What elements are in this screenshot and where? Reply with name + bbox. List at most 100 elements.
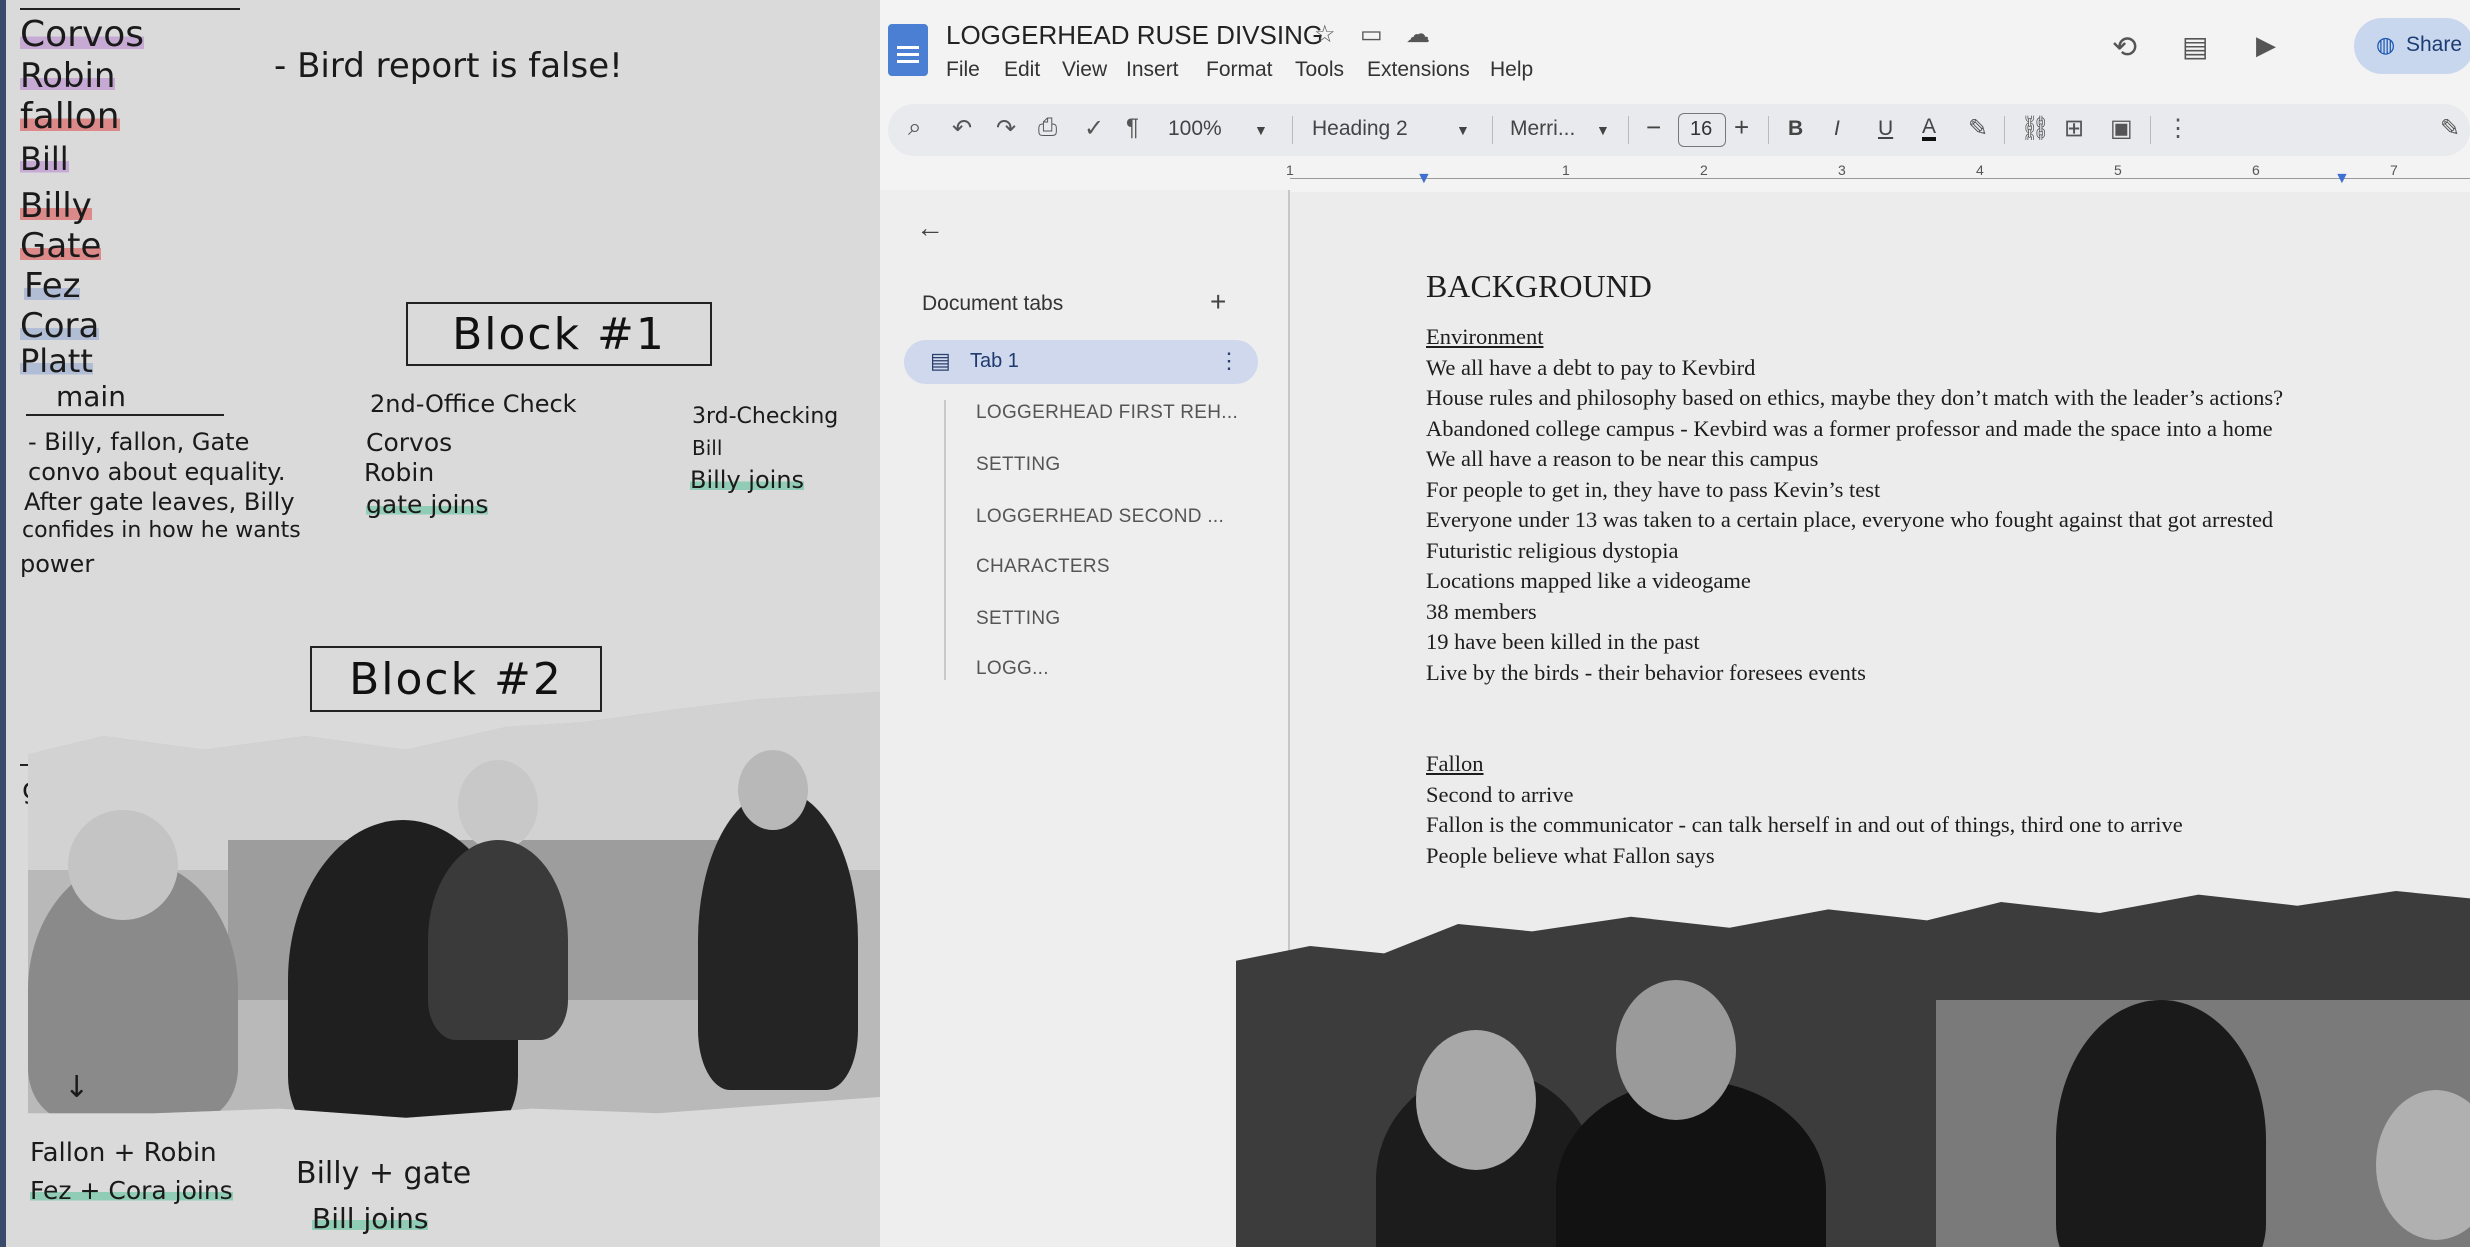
toolbar-divider [2150, 116, 2151, 144]
menu-file[interactable]: File [946, 58, 980, 82]
body-line: 38 members [1426, 598, 1537, 624]
menu-extensions[interactable]: Extensions [1367, 58, 1470, 82]
chevron-down-icon: ▼ [1596, 122, 1610, 138]
body-line: Second to arrive [1426, 781, 1574, 807]
font-size-value: 16 [1690, 118, 1713, 140]
section-heading-environment: Environment [1426, 324, 1544, 349]
arrow-icon: ↓ [64, 1070, 90, 1105]
toolbar-divider [1292, 116, 1293, 144]
main-line: confides in how he wants [22, 518, 301, 543]
main-line: After gate leaves, Billy [24, 488, 295, 516]
add-comment-icon[interactable]: ⊞ [2064, 114, 2084, 143]
spellcheck-icon[interactable]: ✓ [1084, 114, 1104, 143]
comments-icon[interactable]: ▤ [2182, 30, 2208, 63]
print-icon[interactable]: ⎙ [1038, 114, 1057, 142]
block-1-box: Block #1 [406, 302, 712, 366]
zoom-select[interactable]: 100% [1168, 117, 1222, 141]
menu-view[interactable]: View [1062, 58, 1107, 82]
name-gate: Gate [20, 226, 102, 266]
menu-insert[interactable]: Insert [1126, 58, 1179, 82]
name-fallon: fallon [20, 96, 120, 137]
back-arrow-icon[interactable]: ← [916, 212, 944, 244]
add-tab-button[interactable]: + [1210, 286, 1226, 318]
star-icon[interactable]: ☆ [1314, 20, 1336, 49]
tab-1-label: Tab 1 [970, 350, 1019, 372]
bird-report-note: - Bird report is false! [274, 46, 623, 86]
body-line: For people to get in, they have to pass … [1426, 476, 1881, 502]
document-title[interactable]: LOGGERHEAD RUSE DIVSING [946, 20, 1323, 51]
third-check-item: Bill [692, 436, 723, 460]
link-icon[interactable]: ⛓ [2020, 114, 2050, 143]
increase-font-size-button[interactable]: + [1734, 112, 1749, 143]
move-folder-icon[interactable]: ▭ [1360, 20, 1383, 49]
main-line: - Billy, fallon, Gate [28, 428, 250, 456]
outline-item[interactable]: SETTING [976, 608, 1060, 630]
redo-icon[interactable]: ↷ [996, 114, 1016, 143]
photo-person-head [738, 750, 808, 830]
search-menus-icon[interactable]: ⌕ [908, 114, 921, 142]
bottom-mid-line: Bill joins [312, 1202, 429, 1235]
underline-button[interactable]: U [1878, 117, 1893, 141]
insert-image-icon[interactable]: ▣ [2110, 114, 2133, 143]
photo-person-head [458, 760, 538, 850]
body-line: We all have a reason to be near this cam… [1426, 446, 1819, 471]
toolbar-divider [1628, 116, 1629, 144]
third-check-item: Billy joins [690, 466, 805, 494]
document-body[interactable]: BACKGROUND Environment We all have a deb… [1426, 264, 2356, 871]
decrease-font-size-button[interactable]: − [1646, 112, 1661, 143]
undo-icon[interactable]: ↶ [952, 114, 972, 143]
menu-tools[interactable]: Tools [1295, 58, 1344, 82]
italic-button[interactable]: I [1834, 117, 1840, 141]
tab-options-icon[interactable]: ⋮ [1218, 348, 1240, 374]
outline-item[interactable]: LOGGERHEAD SECOND ... [976, 506, 1224, 528]
outline-item[interactable]: LOGG... [976, 658, 1049, 680]
name-robin: Robin [20, 56, 116, 96]
editing-mode-icon[interactable]: ✎ [2440, 114, 2460, 143]
title-bar: LOGGERHEAD RUSE DIVSING ☆ ▭ ☁ File Edit … [880, 0, 2470, 100]
tab-1[interactable]: ▤ Tab 1 ⋮ [904, 340, 1258, 384]
tab-doc-icon: ▤ [930, 348, 951, 373]
version-history-icon[interactable]: ⟲ [2112, 30, 2137, 65]
third-check-heading: 3rd-Checking [692, 404, 839, 429]
ruler-number: 2 [1700, 162, 1708, 178]
document-tabs-heading: Document tabs [922, 292, 1064, 315]
font-select[interactable]: Merri... [1510, 117, 1575, 141]
heading-background: BACKGROUND [1426, 268, 1652, 304]
cloud-status-icon[interactable]: ☁ [1406, 20, 1430, 49]
outline-item[interactable]: SETTING [976, 454, 1060, 476]
bottom-left-line: Fallon + Robin [30, 1138, 217, 1168]
left-indent-marker[interactable]: ▼ [1416, 170, 1432, 188]
chevron-down-icon: ▼ [1456, 122, 1470, 138]
outline-item[interactable]: CHARACTERS [976, 556, 1110, 578]
highlight-icon[interactable]: ✎ [1968, 114, 1988, 143]
menu-format[interactable]: Format [1206, 58, 1273, 82]
font-size-input[interactable]: 16 [1678, 113, 1726, 147]
more-options-icon[interactable]: ⋮ [2166, 114, 2190, 143]
body-line: Everyone under 13 was taken to a certain… [1426, 507, 2274, 532]
bold-button[interactable]: B [1788, 117, 1803, 141]
block-2-box: Block #2 [310, 646, 602, 712]
meet-icon[interactable]: ▶ [2256, 30, 2276, 61]
ruler-number: 3 [1838, 162, 1846, 178]
right-indent-marker[interactable]: ▼ [2334, 170, 2350, 188]
bottom-left-line: Fez + Cora joins [30, 1176, 233, 1205]
menu-edit[interactable]: Edit [1004, 58, 1040, 82]
name-bill: Bill [20, 140, 69, 178]
text-color-button[interactable]: A [1922, 116, 1937, 141]
menu-help[interactable]: Help [1490, 58, 1533, 82]
body-line: 19 have been killed in the past [1426, 629, 1700, 654]
main-line: convo about equality. [28, 458, 286, 486]
ruler-number: 4 [1976, 162, 1984, 178]
office-check-item: Robin [364, 458, 435, 487]
photo-person-head [68, 810, 178, 920]
docs-logo-icon[interactable] [888, 24, 928, 76]
photo-person [428, 840, 568, 1040]
body-line: Abandoned college campus - Kevbird was a… [1426, 415, 2273, 441]
style-select[interactable]: Heading 2 [1312, 117, 1408, 141]
chevron-down-icon: ▼ [1254, 122, 1268, 138]
outline-item[interactable]: LOGGERHEAD FIRST REH... [976, 402, 1238, 424]
office-check-heading: 2nd-Office Check [370, 390, 577, 418]
share-button[interactable]: ◍ Share [2354, 18, 2470, 74]
paint-format-icon[interactable]: ¶ [1126, 114, 1139, 142]
